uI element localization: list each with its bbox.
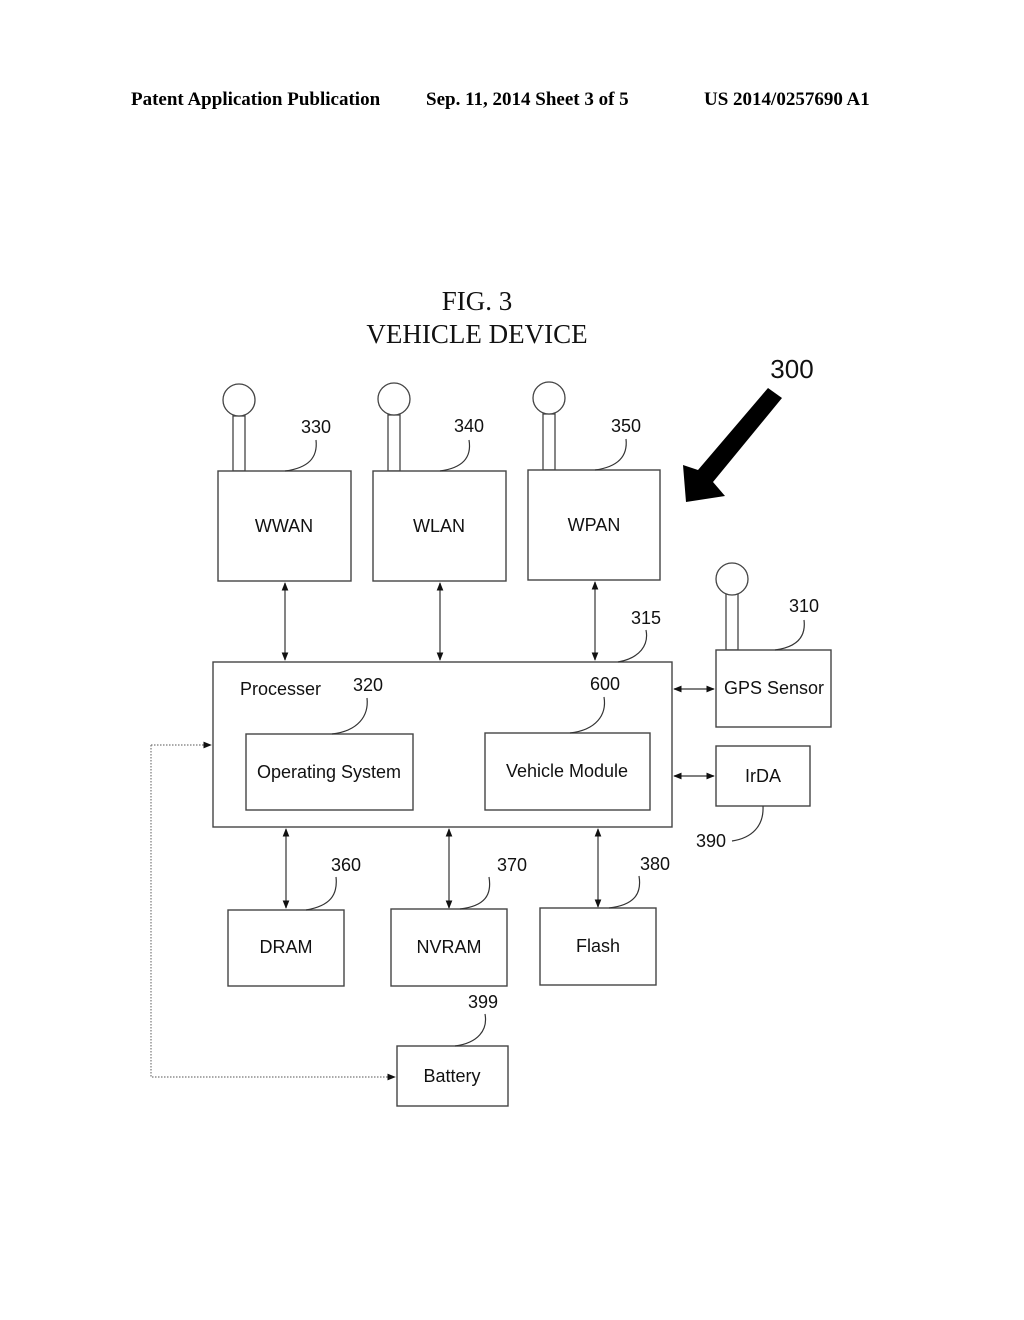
ref-360: 360: [331, 855, 361, 875]
ref-300: 300: [770, 354, 813, 384]
os-label: Operating System: [257, 762, 401, 782]
ref-340: 340: [454, 416, 484, 436]
block-flash: Flash 380: [539, 854, 670, 986]
flash-label: Flash: [576, 936, 620, 956]
ref-350: 350: [611, 416, 641, 436]
wlan-label: WLAN: [413, 516, 465, 536]
ref-390: 390: [696, 831, 726, 851]
gps-label: GPS Sensor: [724, 678, 824, 698]
block-nvram: NVRAM 370: [390, 855, 527, 987]
battery-label: Battery: [423, 1066, 480, 1086]
ref-380: 380: [640, 854, 670, 874]
block-diagram: FIG. 3 VEHICLE DEVICE 300 WWAN 330 WLAN …: [150, 286, 832, 1107]
irda-label: IrDA: [745, 766, 781, 786]
wwan-label: WWAN: [255, 516, 313, 536]
nvram-label: NVRAM: [416, 937, 481, 957]
ref-330: 330: [301, 417, 331, 437]
dram-label: DRAM: [260, 937, 313, 957]
block-dram: DRAM 360: [227, 855, 361, 987]
block-irda: IrDA 390: [696, 745, 811, 851]
ref-310: 310: [789, 596, 819, 616]
ref-320: 320: [353, 675, 383, 695]
wpan-label: WPAN: [568, 515, 621, 535]
ref-600: 600: [590, 674, 620, 694]
figure-number: FIG. 3: [442, 286, 513, 316]
antenna-icon: [715, 562, 749, 651]
antenna-icon: [377, 382, 411, 472]
antenna-icon: [222, 383, 256, 472]
figure-title: VEHICLE DEVICE: [366, 319, 587, 349]
vehicle-module-label: Vehicle Module: [506, 761, 628, 781]
antenna-icon: [532, 381, 566, 471]
block-battery: Battery 399: [396, 992, 509, 1107]
pointer-arrow-icon: [683, 388, 782, 502]
ref-399: 399: [468, 992, 498, 1012]
ref-315: 315: [631, 608, 661, 628]
processor-label: Processer: [240, 679, 321, 699]
ref-370: 370: [497, 855, 527, 875]
